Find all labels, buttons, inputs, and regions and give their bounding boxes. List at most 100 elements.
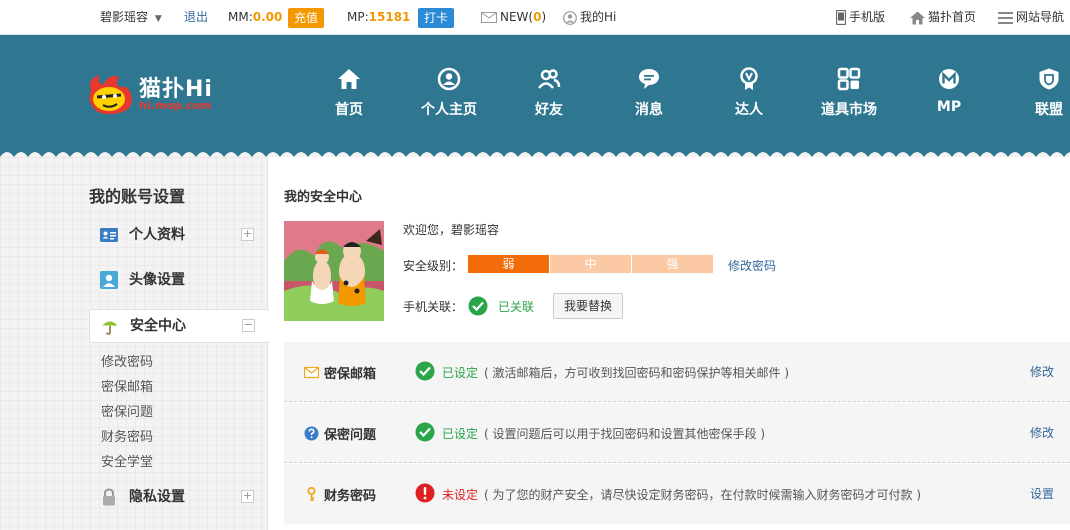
exclamation-circle-icon [415, 483, 435, 503]
check-circle-icon [415, 422, 435, 442]
logo[interactable]: 猫扑Hi hi.mop.com [85, 71, 215, 119]
top-bar: 碧影瑶容 ▼ 退出 MM:0.00 充值 MP:15181 打卡 NEW(0) … [0, 0, 1070, 35]
nav-profile-label: 个人主页 [421, 102, 477, 118]
envelope-icon [481, 12, 497, 23]
header-wave-edge [0, 152, 1070, 157]
row-question-desc: ( 设置问题后可以用于找回密码和设置其他密保手段 ) [484, 427, 765, 441]
mop-home-link[interactable]: 猫扑首页 [910, 0, 976, 35]
change-password-link[interactable]: 修改密码 [728, 257, 776, 274]
sidebar-sub-finance-password[interactable]: 财务密码 [101, 426, 153, 445]
check-circle-icon [415, 361, 435, 381]
security-row-finance: 财务密码 未设定 ( 为了您的财产安全，请尽快设定财务密码，在付款时候需输入财务… [284, 464, 1070, 524]
welcome-text: 欢迎您，碧影瑶容 [403, 221, 499, 238]
my-hi-link[interactable]: 我的Hi [563, 0, 616, 35]
id-card-icon [100, 228, 118, 242]
my-hi-label: 我的Hi [580, 10, 617, 24]
sidebar-item-security[interactable]: 安全中心 − [89, 309, 269, 343]
umbrella-icon [102, 321, 118, 335]
nav-league-label: 联盟 [1035, 102, 1063, 118]
new-messages-link[interactable]: NEW(0) [481, 0, 546, 35]
sidebar-sub-security-email[interactable]: 密保邮箱 [101, 376, 153, 395]
mop-home-label: 猫扑首页 [928, 10, 977, 24]
mobile-link[interactable]: 手机版 [836, 0, 885, 35]
mop-mascot-icon [89, 75, 132, 115]
sidebar-item-privacy-label: 隐私设置 [129, 489, 185, 505]
site-nav-link[interactable]: 网站导航 [998, 0, 1064, 35]
logo-domain: hi.mop.com [139, 99, 212, 112]
row-email-modify-link[interactable]: 修改 [1030, 363, 1054, 380]
nav-market-label: 道具市场 [821, 102, 877, 118]
new-label: NEW( [500, 10, 534, 24]
home-icon [338, 69, 360, 89]
site-nav-label: 网站导航 [1016, 10, 1065, 24]
expand-plus-icon[interactable]: + [241, 490, 254, 503]
row-finance-desc: ( 为了您的财产安全，请尽快设定财务密码，在付款时候需输入财务密码才可付款 ) [484, 488, 921, 502]
medal-icon [740, 67, 758, 90]
nav-messages[interactable]: 消息 [604, 67, 694, 119]
nav-home-label: 首页 [335, 102, 363, 118]
sidebar-item-profile-label: 个人资料 [129, 227, 185, 243]
row-question-modify-link[interactable]: 修改 [1030, 424, 1054, 441]
logout-link[interactable]: 退出 [184, 0, 208, 35]
nav-market[interactable]: 道具市场 [804, 67, 894, 119]
phone-icon [836, 10, 846, 25]
checkin-button[interactable]: 打卡 [418, 8, 455, 28]
mp-value: 15181 [368, 10, 411, 24]
sidebar-item-profile[interactable]: 个人资料 + [89, 219, 269, 251]
security-row-email: 密保邮箱 已设定 ( 激活邮箱后，方可收到找回密码和密码保护等相关邮件 ) 修改 [284, 342, 1070, 402]
mp-coin-icon [939, 69, 959, 89]
recharge-button[interactable]: 充值 [288, 8, 325, 28]
nav-friends[interactable]: 好友 [504, 67, 594, 119]
sidebar-sub-security-question[interactable]: 密保问题 [101, 401, 153, 420]
sidebar-item-privacy[interactable]: 隐私设置 + [89, 481, 269, 513]
nav-home[interactable]: 首页 [304, 67, 394, 119]
user-avatar[interactable] [284, 221, 384, 321]
phone-status: 已关联 [498, 300, 535, 314]
nav-experts-label: 达人 [735, 102, 763, 118]
nav-profile[interactable]: 个人主页 [404, 67, 494, 119]
level-medium: 中 [550, 255, 631, 273]
header: 猫扑Hi hi.mop.com 首页 个人主页 好友 消息 达人 道具市场 MP… [0, 35, 1070, 157]
row-email-status: 已设定 [442, 366, 479, 380]
sidebar-item-avatar-label: 头像设置 [129, 272, 185, 288]
page-title: 我的安全中心 [284, 190, 363, 205]
row-question-name: 保密问题 [324, 428, 377, 443]
collapse-minus-icon[interactable]: − [242, 319, 255, 332]
profile-icon [437, 67, 461, 91]
grid-icon [837, 67, 861, 91]
sidebar: 我的账号设置 [0, 157, 268, 530]
house-icon [910, 11, 925, 24]
cartoon-avatar-image [284, 221, 384, 321]
security-row-question: 保密问题 已设定 ( 设置问题后可以用于找回密码和设置其他密保手段 ) 修改 [284, 403, 1070, 463]
mm-balance: MM:0.00 [228, 0, 282, 35]
welcome-username: 碧影瑶容 [451, 223, 500, 237]
user-circle-icon [563, 10, 577, 25]
mp-label: MP: [347, 10, 369, 24]
row-email-name: 密保邮箱 [324, 367, 377, 382]
row-question-status: 已设定 [442, 427, 479, 441]
nav-mp[interactable]: MP [904, 67, 994, 115]
sidebar-sub-security-school[interactable]: 安全学堂 [101, 451, 153, 470]
level-strong: 强 [632, 255, 713, 273]
mm-label: MM: [228, 10, 253, 24]
sidebar-sub-change-password[interactable]: 修改密码 [101, 351, 153, 370]
level-weak: 弱 [468, 255, 549, 273]
row-finance-status: 未设定 [442, 488, 479, 502]
avatar-icon [100, 271, 118, 289]
row-finance-name: 财务密码 [324, 489, 377, 504]
new-close: ) [541, 10, 547, 24]
row-email-desc: ( 激活邮箱后，方可收到找回密码和密码保护等相关邮件 ) [484, 366, 789, 380]
row-finance-set-link[interactable]: 设置 [1030, 485, 1054, 502]
check-circle-icon [468, 296, 488, 316]
nav-league[interactable]: 联盟 [1004, 67, 1070, 119]
username-menu[interactable]: 碧影瑶容 ▼ [100, 0, 162, 35]
sidebar-item-avatar[interactable]: 头像设置 [89, 264, 269, 296]
shield-icon [1039, 68, 1059, 90]
nav-experts[interactable]: 达人 [704, 67, 794, 119]
nav-messages-label: 消息 [635, 102, 663, 118]
question-circle-icon [304, 426, 319, 441]
expand-plus-icon[interactable]: + [241, 228, 254, 241]
caret-down-icon: ▼ [154, 14, 162, 24]
chat-bubble-icon [639, 69, 659, 89]
swap-phone-button[interactable]: 我要替换 [553, 293, 623, 319]
